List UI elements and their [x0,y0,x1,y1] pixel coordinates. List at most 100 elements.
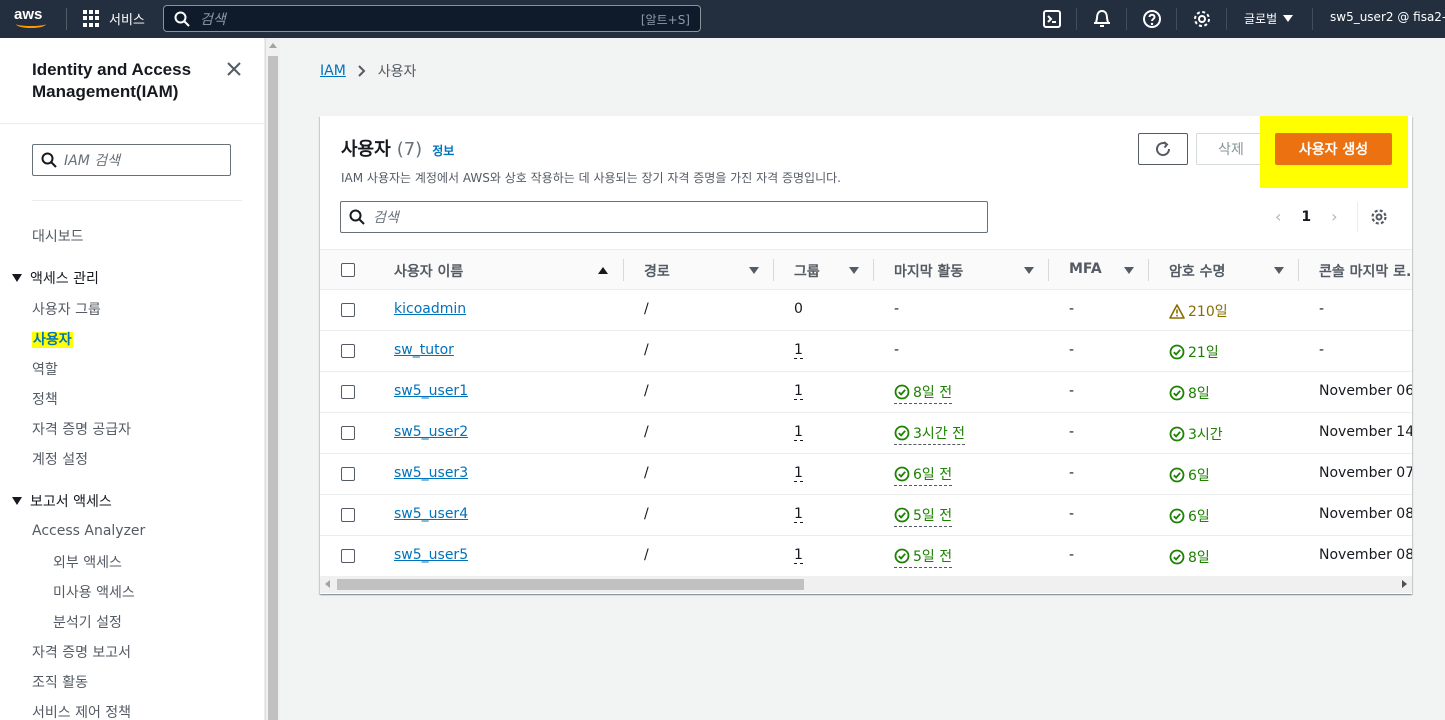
sidebar-item-identity-providers[interactable]: 자격 증명 공급자 [32,419,131,439]
column-header-password-age[interactable]: 암호 수명 [1169,261,1225,281]
last-activity-cell[interactable]: 5일 전 [894,546,953,568]
sidebar-item-roles[interactable]: 역할 [32,359,58,379]
chevron-right-icon[interactable]: › [1331,207,1337,226]
scroll-right-arrow-icon[interactable] [1402,580,1407,588]
scroll-up-arrow-icon[interactable] [269,43,277,48]
last-activity-cell[interactable]: 5일 전 [894,505,953,527]
iam-search-input[interactable]: IAM 검색 [32,144,231,176]
user-name-link[interactable]: sw5_user5 [394,547,468,563]
sidebar-item-external-access[interactable]: 외부 액세스 [53,552,122,572]
user-name-link[interactable]: sw5_user3 [394,465,468,481]
check-circle-icon [1169,426,1185,442]
column-header-console-last-signin[interactable]: 콘솔 마지막 로... [1319,261,1412,281]
chevron-left-icon[interactable]: ‹ [1275,207,1281,226]
sort-caret-icon[interactable] [1274,267,1284,274]
sidebar-item-service-control-policies[interactable]: 서비스 제어 정책 [32,702,131,720]
sidebar-item-analyzer-settings[interactable]: 분석기 설정 [53,612,122,632]
row-checkbox[interactable] [341,549,355,563]
global-search-input[interactable]: 검색 [알트+S] [163,5,701,32]
last-activity-cell[interactable]: 3시간 전 [894,423,965,445]
notifications-bell-icon[interactable] [1092,9,1112,29]
refresh-icon [1156,141,1171,157]
column-header-last-activity[interactable]: 마지막 활동 [894,261,963,281]
row-checkbox[interactable] [341,508,355,522]
last-activity-cell[interactable]: 6일 전 [894,464,953,486]
sort-caret-icon[interactable] [1024,267,1034,274]
path-cell: / [644,383,649,399]
sidebar-item-credential-report[interactable]: 자격 증명 보고서 [32,642,131,662]
column-header-user-name[interactable]: 사용자 이름 [394,261,463,281]
scrollbar-thumb[interactable] [337,579,804,590]
iam-search-placeholder: IAM 검색 [64,153,120,169]
console-last-cell: November 08, [1319,506,1412,522]
scrollbar-thumb[interactable] [268,56,278,720]
groups-cell[interactable]: 1 [794,383,803,400]
row-checkbox[interactable] [341,344,355,358]
sidebar-item-user-groups[interactable]: 사용자 그룹 [32,299,101,319]
warning-icon [1169,303,1185,319]
sidebar-item-access-analyzer[interactable]: Access Analyzer [32,523,145,539]
region-selector[interactable]: 글로벌 [1244,10,1294,27]
users-search-input[interactable]: 검색 [340,201,988,233]
last-activity-value: 6일 전 [913,467,953,483]
password-age-value: 8일 [1188,386,1210,402]
select-all-checkbox[interactable] [341,263,355,277]
groups-cell[interactable]: 1 [794,506,803,523]
users-description: IAM 사용자는 계정에서 AWS와 상호 작용하는 데 사용되는 장기 자격 … [341,171,841,185]
close-icon[interactable] [225,60,243,78]
path-cell: / [644,301,649,317]
aws-logo[interactable]: aws [14,6,52,32]
info-link[interactable]: 정보 [432,142,454,159]
caret-down-icon [12,274,22,282]
row-checkbox[interactable] [341,426,355,440]
create-user-button[interactable]: 사용자 생성 [1275,133,1392,165]
sort-caret-icon[interactable] [749,267,759,274]
user-name-link[interactable]: sw_tutor [394,342,454,358]
services-menu-button[interactable]: 서비스 [83,9,145,28]
cloudshell-icon[interactable] [1042,9,1062,29]
breadcrumb-iam-link[interactable]: IAM [320,63,346,79]
column-divider [873,259,874,281]
sidebar-item-dashboard[interactable]: 대시보드 [32,226,84,246]
search-icon [41,152,57,168]
settings-gear-icon[interactable] [1192,9,1212,29]
groups-cell[interactable]: 1 [794,424,803,441]
user-name-link[interactable]: sw5_user4 [394,506,468,522]
user-name-link[interactable]: sw5_user2 [394,424,468,440]
groups-cell[interactable]: 1 [794,342,803,359]
user-name-link[interactable]: kicoadmin [394,301,466,317]
mfa-cell: - [1069,547,1075,563]
delete-button[interactable]: 삭제 [1196,133,1266,165]
row-checkbox[interactable] [341,303,355,317]
sidebar-item-policies[interactable]: 정책 [32,389,58,409]
sort-ascending-icon[interactable] [598,267,608,274]
row-checkbox[interactable] [341,385,355,399]
account-menu[interactable]: sw5_user2 @ fisa2-sw [1330,10,1445,24]
groups-cell[interactable]: 1 [794,465,803,482]
sidebar-item-organization-activity[interactable]: 조직 활동 [32,672,88,692]
column-header-path[interactable]: 경로 [644,261,670,281]
sidebar-scrollbar[interactable] [265,38,280,720]
sidebar-item-unused-access[interactable]: 미사용 액세스 [53,582,135,602]
table-preferences-gear-icon[interactable] [1370,208,1388,226]
table-horizontal-scrollbar[interactable] [320,576,1412,593]
sidebar-section-access-management[interactable]: 액세스 관리 [12,268,99,288]
column-header-groups[interactable]: 그룹 [794,261,820,281]
sort-caret-icon[interactable] [1124,267,1134,274]
sidebar-item-users[interactable]: 사용자 [32,329,73,349]
user-name-link[interactable]: sw5_user1 [394,383,468,399]
refresh-button[interactable] [1138,133,1188,165]
help-icon[interactable] [1142,9,1162,29]
password-age-cell: 6일 [1169,506,1210,526]
table-row: sw5_user2 / 1 3시간 전 - 3시간 November 14, [320,413,1412,454]
sidebar-section-access-reports[interactable]: 보고서 액세스 [12,491,112,511]
sort-caret-icon[interactable] [849,267,859,274]
last-activity-cell[interactable]: 8일 전 [894,382,953,404]
groups-cell[interactable]: 1 [794,547,803,564]
sidebar-item-account-settings[interactable]: 계정 설정 [32,449,88,469]
search-shortcut-hint: [알트+S] [640,13,690,27]
column-header-mfa[interactable]: MFA [1069,261,1102,277]
scroll-left-arrow-icon[interactable] [325,580,330,588]
row-checkbox[interactable] [341,467,355,481]
page-number[interactable]: 1 [1301,209,1311,225]
